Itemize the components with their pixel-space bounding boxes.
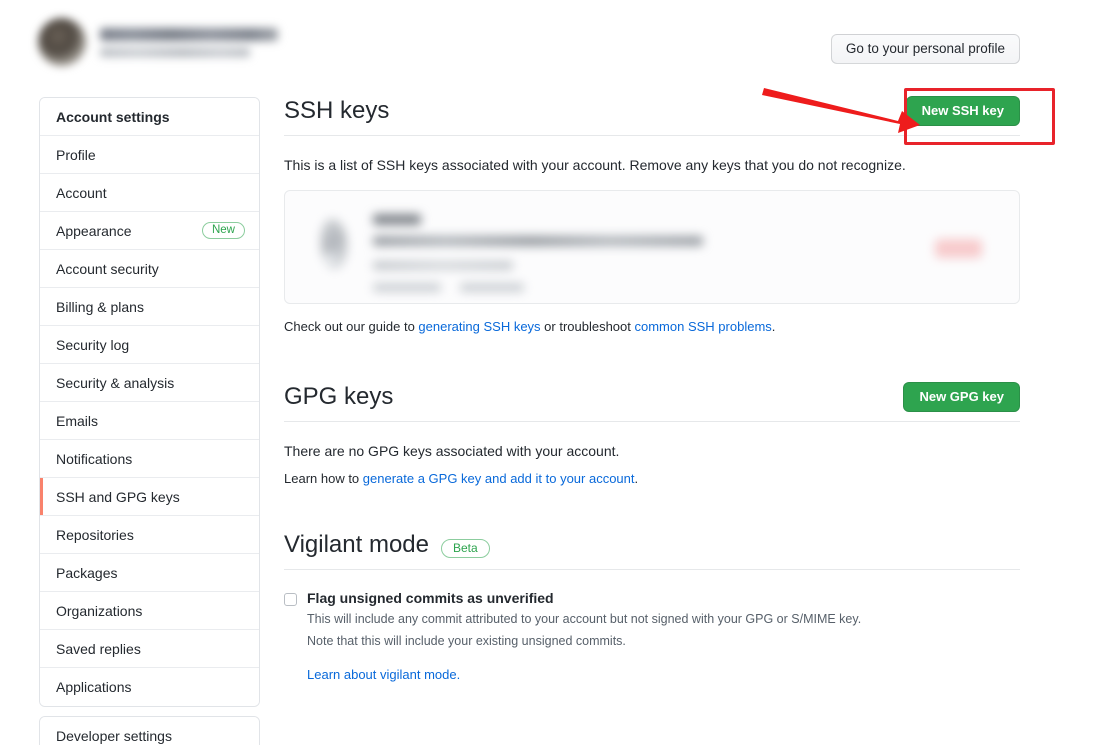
ssh-key-entry[interactable]: [284, 190, 1020, 304]
gpg-learn-text: Learn how to generate a GPG key and add …: [284, 471, 1020, 486]
beta-badge: Beta: [440, 538, 490, 558]
sidebar-item-profile[interactable]: Profile: [40, 136, 259, 174]
sidebar-item-applications[interactable]: Applications: [40, 668, 259, 706]
developer-settings-sidebar: Developer settings: [39, 716, 260, 745]
vigilant-title-wrap: Vigilant mode Beta: [284, 530, 490, 560]
ssh-key-type-redacted: [373, 283, 441, 292]
sidebar-item-account-security[interactable]: Account security: [40, 250, 259, 288]
vigilant-mode-section: Vigilant mode Beta Flag unsigned commits…: [284, 530, 1020, 682]
username-text-redacted: [100, 27, 278, 41]
sidebar-item-label: Appearance: [56, 222, 132, 239]
avatar: [38, 18, 86, 66]
sidebar-item-emails[interactable]: Emails: [40, 402, 259, 440]
delete-key-button[interactable]: [935, 239, 982, 258]
go-to-personal-profile-button[interactable]: Go to your personal profile: [830, 34, 1020, 64]
sidebar-item-label: Billing & plans: [56, 298, 144, 315]
sidebar-item-billing-plans[interactable]: Billing & plans: [40, 288, 259, 326]
sidebar-item-label: Applications: [56, 679, 132, 695]
gpg-learn-suffix: .: [634, 471, 639, 486]
new-badge: New: [201, 222, 245, 239]
settings-page: Go to your personal profile Account sett…: [0, 0, 1110, 745]
common-ssh-problems-link[interactable]: common SSH problems: [635, 319, 772, 334]
gpg-section-title: GPG keys: [284, 383, 394, 410]
sidebar-item-organizations[interactable]: Organizations: [40, 592, 259, 630]
guide-suffix: .: [771, 319, 776, 334]
sidebar-item-label: Packages: [56, 564, 118, 581]
sidebar-item-saved-replies[interactable]: Saved replies: [40, 630, 259, 668]
gpg-title-wrap: GPG keys: [284, 382, 393, 412]
vigilant-learn-row: Learn about vigilant mode.: [307, 667, 861, 682]
sidebar-item-label: Security log: [56, 336, 130, 353]
ssh-title-wrap: SSH keys: [284, 96, 389, 126]
sidebar-item-label: Organizations: [56, 602, 143, 619]
page-title: SSH keys: [284, 97, 390, 124]
ssh-key-blurred-content: [285, 191, 1019, 303]
settings-sidebar: Account settings Profile Account Appeara…: [39, 97, 260, 707]
ssh-key-fingerprint-redacted: [373, 236, 703, 246]
generating-ssh-keys-link[interactable]: generating SSH keys: [418, 319, 540, 334]
vigilant-option-row: Flag unsigned commits as unverified This…: [284, 590, 1020, 682]
new-ssh-key-button[interactable]: New SSH key: [905, 96, 1020, 126]
sidebar-item-label: Account settings: [56, 108, 170, 125]
vigilant-mode-header: Vigilant mode Beta: [284, 530, 1020, 570]
gpg-empty-message: There are no GPG keys associated with yo…: [284, 443, 620, 459]
ssh-description: This is a list of SSH keys associated wi…: [284, 157, 906, 173]
sidebar-item-label: Account security: [56, 260, 159, 277]
ssh-key-title-redacted: [373, 214, 421, 225]
ssh-keys-header: SSH keys New SSH key: [284, 96, 1020, 136]
sidebar-item-label: Security & analysis: [56, 374, 175, 391]
vigilant-note-line-1: This will include any commit attributed …: [307, 612, 862, 626]
sidebar-item-label: Saved replies: [56, 640, 141, 657]
sidebar-item-account-settings: Account settings: [40, 98, 259, 136]
ssh-guide-text: Check out our guide to generating SSH ke…: [284, 319, 1020, 334]
sidebar-item-label: Notifications: [56, 450, 133, 467]
key-icon: [321, 219, 347, 269]
sidebar-item-account[interactable]: Account: [40, 174, 259, 212]
ssh-key-added-date-redacted: [373, 261, 513, 270]
profile-header: [38, 18, 278, 66]
vigilant-note-line-2: Note that this will include your existin…: [307, 634, 626, 649]
vigilant-section-title: Vigilant mode: [284, 531, 429, 558]
handle-text-redacted: [100, 47, 250, 57]
vigilant-option-text: Flag unsigned commits as unverified This…: [307, 590, 861, 682]
gpg-learn-prefix: Learn how to: [284, 471, 363, 486]
flag-unsigned-commits-label: Flag unsigned commits as unverified: [307, 590, 554, 606]
gpg-keys-header: GPG keys New GPG key: [284, 382, 1020, 422]
gpg-keys-section: GPG keys New GPG key There are no GPG ke…: [284, 382, 1020, 486]
username-redacted: [100, 27, 278, 57]
ssh-keys-section: SSH keys New SSH key This is a list of S…: [284, 96, 1020, 334]
sidebar-item-developer-settings[interactable]: Developer settings: [40, 717, 259, 745]
learn-about-vigilant-mode-link[interactable]: Learn about vigilant mode.: [307, 667, 460, 682]
sidebar-item-security-analysis[interactable]: Security & analysis: [40, 364, 259, 402]
sidebar-item-label: Profile: [56, 146, 96, 163]
generate-gpg-key-link[interactable]: generate a GPG key and add it to your ac…: [363, 471, 635, 486]
guide-middle: or troubleshoot: [540, 319, 635, 334]
flag-unsigned-commits-checkbox[interactable]: [284, 593, 297, 606]
sidebar-item-appearance[interactable]: Appearance New: [40, 212, 259, 250]
sidebar-item-security-log[interactable]: Security log: [40, 326, 259, 364]
sidebar-item-ssh-and-gpg-keys[interactable]: SSH and GPG keys: [40, 478, 259, 516]
sidebar-item-label: Emails: [56, 412, 99, 429]
sidebar-item-packages[interactable]: Packages: [40, 554, 259, 592]
sidebar-item-label: Developer settings: [56, 728, 172, 744]
guide-prefix: Check out our guide to: [284, 319, 419, 334]
sidebar-item-repositories[interactable]: Repositories: [40, 516, 259, 554]
sidebar-item-notifications[interactable]: Notifications: [40, 440, 259, 478]
ssh-key-lastused-redacted: [460, 283, 524, 292]
main-content: SSH keys New SSH key This is a list of S…: [284, 96, 1020, 682]
new-gpg-key-button[interactable]: New GPG key: [903, 382, 1020, 412]
sidebar-item-label: Account: [56, 184, 107, 201]
sidebar-item-label: Repositories: [56, 526, 134, 543]
sidebar-item-label: SSH and GPG keys: [56, 488, 180, 505]
